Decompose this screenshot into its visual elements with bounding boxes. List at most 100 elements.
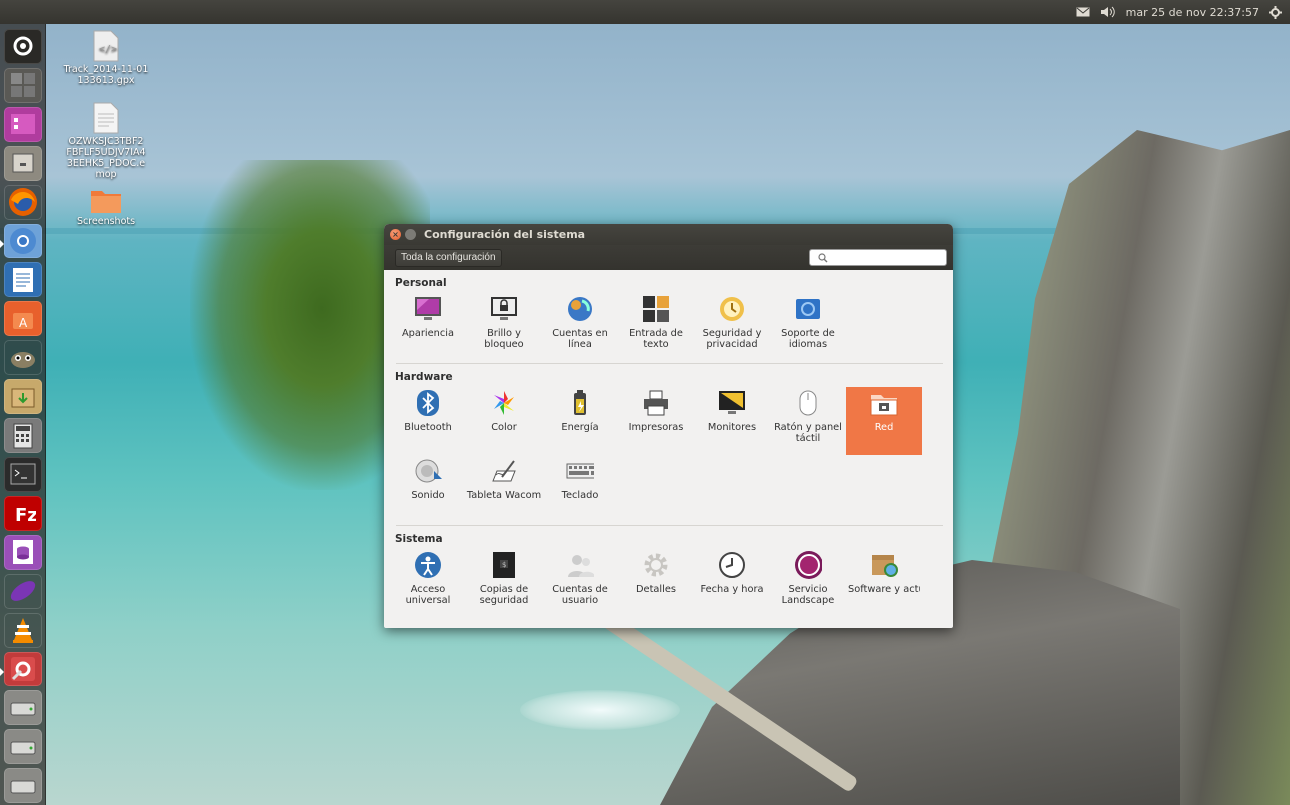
- text-file-icon: [93, 102, 119, 134]
- settings-item-apariencia[interactable]: Apariencia: [390, 293, 466, 361]
- settings-item-fecha-hora[interactable]: Fecha y hora: [694, 549, 770, 617]
- lock-screen-icon: [490, 295, 518, 323]
- settings-item-red[interactable]: Red: [846, 387, 922, 455]
- search-field[interactable]: [809, 249, 947, 266]
- settings-item-label: Seguridad y privacidad: [702, 328, 762, 350]
- launcher: A Fz: [0, 24, 46, 805]
- settings-item-label: Soporte de idiomas: [781, 328, 835, 350]
- settings-item-color[interactable]: Color: [466, 387, 542, 455]
- settings-item-label: Detalles: [636, 584, 676, 595]
- writer-icon[interactable]: [3, 262, 42, 298]
- drive-icon-2[interactable]: [3, 729, 42, 765]
- window-titlebar[interactable]: × Configuración del sistema: [384, 224, 953, 245]
- settings-item-copias-seguridad[interactable]: $ Copias de seguridad: [466, 549, 542, 617]
- folder-icon: [90, 186, 122, 214]
- settings-item-label: Red: [874, 422, 894, 433]
- section-personal: Apariencia Brillo y bloqueo Cuentas en l…: [390, 293, 949, 361]
- settings-item-label: Entrada de texto: [629, 328, 683, 350]
- settings-item-label: Cuentas de usuario: [552, 584, 608, 606]
- calculator-icon[interactable]: [3, 418, 42, 453]
- desktop-folder-screenshots[interactable]: Screenshots: [61, 186, 151, 227]
- firefox-icon[interactable]: [4, 185, 42, 220]
- settings-item-landscape[interactable]: Servicio Landscape: [770, 549, 846, 617]
- gimp-icon[interactable]: [4, 340, 42, 375]
- settings-item-label: Teclado: [561, 490, 599, 501]
- section-hardware: Bluetooth Color Energía Impresoras Monit…: [390, 387, 949, 523]
- text-entry-icon: [642, 295, 670, 323]
- settings-item-label: Tableta Wacom: [466, 490, 542, 501]
- desktop-file-label: Track_2014-11-01 133613.gpx: [63, 64, 149, 86]
- settings-item-software[interactable]: Software y actualizaciones: [846, 549, 922, 617]
- settings-item-raton[interactable]: Ratón y panel táctil: [770, 387, 846, 455]
- section-heading-personal: Personal: [395, 277, 447, 289]
- mouse-icon: [794, 389, 822, 417]
- window-toolbar: Toda la configuración: [384, 245, 953, 270]
- settings-item-teclado[interactable]: Teclado: [542, 455, 618, 523]
- settings-item-label: Energía: [561, 422, 599, 433]
- settings-item-energia[interactable]: Energía: [542, 387, 618, 455]
- settings-item-tableta-wacom[interactable]: Tableta Wacom: [466, 455, 542, 523]
- settings-item-bluetooth[interactable]: Bluetooth: [390, 387, 466, 455]
- settings-item-sonido[interactable]: Sonido: [390, 455, 466, 523]
- code-file-icon: </>: [93, 30, 119, 62]
- settings-item-soporte-idiomas[interactable]: Soporte de idiomas: [770, 293, 846, 361]
- landscape-icon: [794, 551, 822, 579]
- mail-icon[interactable]: [1076, 7, 1090, 17]
- all-settings-button[interactable]: Toda la configuración: [395, 248, 502, 267]
- settings-item-detalles[interactable]: Detalles: [618, 549, 694, 617]
- drive-icon-3[interactable]: [3, 768, 42, 804]
- desktop-file-gpx[interactable]: </> Track_2014-11-01 133613.gpx: [61, 30, 151, 86]
- desktop-file-label: OZWKSJC3TBF2FBFLF5UDJV7IA43EEHK5_PDOC.em…: [66, 136, 146, 180]
- vlc-icon[interactable]: [4, 613, 42, 648]
- settings-item-label: Monitores: [707, 422, 757, 433]
- close-button[interactable]: ×: [390, 229, 401, 240]
- clock-text[interactable]: mar 25 de nov 22:37:57: [1126, 6, 1259, 19]
- settings-item-label: Bluetooth: [404, 422, 452, 433]
- chromium-icon[interactable]: [0, 223, 42, 259]
- user-accounts-icon: [566, 551, 594, 579]
- desktop-file-emop[interactable]: OZWKSJC3TBF2FBFLF5UDJV7IA43EEHK5_PDOC.em…: [61, 102, 151, 180]
- top-panel: mar 25 de nov 22:37:57: [0, 0, 1290, 24]
- settings-item-seguridad[interactable]: Seguridad y privacidad: [694, 293, 770, 361]
- settings-item-cuentas-en-linea[interactable]: Cuentas en línea: [542, 293, 618, 361]
- software-center-icon[interactable]: A: [3, 301, 42, 337]
- filezilla-icon[interactable]: Fz: [3, 495, 42, 531]
- dash-home-icon[interactable]: [3, 29, 42, 64]
- settings-item-cuentas-usuario[interactable]: Cuentas de usuario: [542, 549, 618, 617]
- settings-item-entrada-de-texto[interactable]: Entrada de texto: [618, 293, 694, 361]
- terminal-icon[interactable]: [3, 456, 42, 492]
- eggplant-icon[interactable]: [4, 574, 42, 609]
- settings-item-label: Impresoras: [628, 422, 684, 433]
- file-manager-icon[interactable]: [3, 145, 42, 181]
- settings-item-label: Brillo y bloqueo: [484, 328, 524, 350]
- volume-icon[interactable]: [1100, 6, 1116, 18]
- archive-manager-icon[interactable]: [3, 379, 42, 415]
- svg-text:A: A: [19, 316, 28, 330]
- settings-item-label: Copias de seguridad: [479, 584, 529, 606]
- workspace-switcher-icon[interactable]: [3, 67, 42, 103]
- software-updates-icon: [870, 551, 898, 579]
- system-settings-icon[interactable]: [0, 651, 42, 687]
- wacom-tablet-icon: [490, 457, 518, 485]
- clock-icon: [718, 551, 746, 579]
- network-icon: [870, 389, 898, 417]
- settings-content: Personal Apariencia Brillo y bloqueo Cue…: [384, 270, 953, 617]
- security-privacy-icon: [718, 295, 746, 323]
- drive-icon[interactable]: [3, 690, 42, 726]
- settings-item-monitores[interactable]: Monitores: [694, 387, 770, 455]
- power-icon: [566, 389, 594, 417]
- section-heading-sistema: Sistema: [395, 533, 443, 545]
- section-sistema: Acceso universal $ Copias de seguridad C…: [390, 549, 949, 617]
- gear-icon[interactable]: [1269, 5, 1282, 19]
- wave-foam-image: [520, 690, 680, 730]
- minimize-button[interactable]: [405, 229, 416, 240]
- accessibility-icon: [414, 551, 442, 579]
- workspace-purple-icon[interactable]: [3, 106, 42, 142]
- settings-item-impresoras[interactable]: Impresoras: [618, 387, 694, 455]
- color-icon: [490, 389, 518, 417]
- settings-item-brillo[interactable]: Brillo y bloqueo: [466, 293, 542, 361]
- database-icon[interactable]: [3, 534, 42, 570]
- section-heading-hardware: Hardware: [395, 371, 453, 383]
- settings-item-acceso-universal[interactable]: Acceso universal: [390, 549, 466, 617]
- search-input[interactable]: [831, 252, 941, 263]
